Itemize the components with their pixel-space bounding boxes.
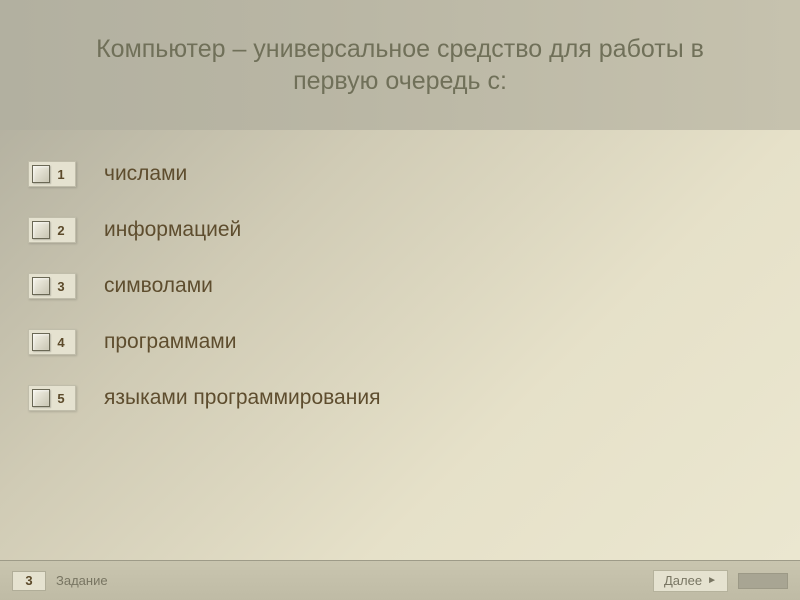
- option-label: программами: [104, 330, 236, 354]
- option-checkbox-4[interactable]: 4: [28, 329, 76, 355]
- arrow-right-icon: ►: [707, 575, 717, 586]
- footer: 3 Задание Далее ►: [0, 560, 800, 600]
- checkbox-square-icon: [32, 221, 50, 239]
- checkbox-square-icon: [32, 277, 50, 295]
- option-label: языками программирования: [104, 386, 380, 410]
- option-number: 4: [50, 335, 75, 350]
- progress-indicator: [738, 573, 788, 589]
- task-label: Задание: [56, 573, 108, 588]
- option-label: информацией: [104, 218, 241, 242]
- task-number-box: 3: [12, 571, 46, 591]
- question-title: Компьютер – универсальное средство для р…: [60, 33, 740, 98]
- checkbox-square-icon: [32, 389, 50, 407]
- option-number: 2: [50, 223, 75, 238]
- options-area: 1 числами 2 информацией 3 символами 4 пр…: [0, 130, 800, 560]
- option-row: 4 программами: [28, 326, 800, 358]
- next-button-label: Далее: [664, 573, 702, 588]
- option-number: 3: [50, 279, 75, 294]
- checkbox-square-icon: [32, 165, 50, 183]
- option-checkbox-5[interactable]: 5: [28, 385, 76, 411]
- option-number: 1: [50, 167, 75, 182]
- checkbox-square-icon: [32, 333, 50, 351]
- option-number: 5: [50, 391, 75, 406]
- header: Компьютер – универсальное средство для р…: [0, 0, 800, 130]
- next-button[interactable]: Далее ►: [653, 570, 728, 592]
- option-row: 3 символами: [28, 270, 800, 302]
- footer-left: 3 Задание: [12, 571, 108, 591]
- option-checkbox-2[interactable]: 2: [28, 217, 76, 243]
- footer-right: Далее ►: [653, 570, 788, 592]
- option-row: 1 числами: [28, 158, 800, 190]
- option-label: символами: [104, 274, 213, 298]
- option-row: 5 языками программирования: [28, 382, 800, 414]
- option-row: 2 информацией: [28, 214, 800, 246]
- option-label: числами: [104, 162, 187, 186]
- option-checkbox-1[interactable]: 1: [28, 161, 76, 187]
- option-checkbox-3[interactable]: 3: [28, 273, 76, 299]
